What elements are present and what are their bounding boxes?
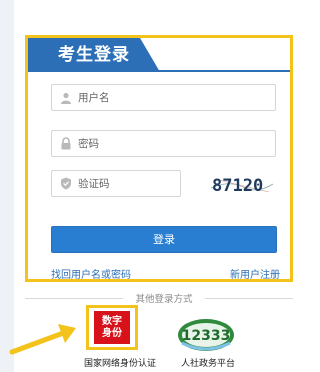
captcha-field[interactable]: 验证码 [51,170,181,197]
arrow-icon [9,324,76,355]
login-button[interactable]: 登录 [51,226,277,253]
other-login-label: 其他登录方式 [135,294,193,305]
password-field[interactable]: 密码 [51,130,276,157]
shield-icon [59,177,73,191]
digital-logo-line2: 身份 [102,327,122,339]
forgot-password-link[interactable]: 找回用户名或密码 [51,266,131,281]
username-placeholder: 用户名 [78,92,110,104]
divider-right [205,298,293,299]
hr-12333-logo[interactable]: 12333 [176,317,236,353]
login-title: 考生登录 [28,38,160,72]
register-link[interactable]: 新用户注册 [230,266,280,281]
captcha-placeholder: 验证码 [78,178,110,190]
national-id-caption[interactable]: 国家网络身份认证 [84,356,156,369]
lock-icon [59,137,73,151]
captcha-text: 87120 [212,176,263,196]
digital-logo-line1: 数字 [102,315,122,327]
left-panel-edge [0,0,14,372]
captcha-image[interactable]: 87120 [209,174,275,196]
username-field[interactable]: 用户名 [51,84,276,111]
hr-platform-caption[interactable]: 人社政务平台 [181,356,235,369]
user-icon [59,91,73,105]
password-placeholder: 密码 [78,138,99,150]
national-id-login-option[interactable]: 数字 身份 [86,305,138,350]
hr-logo-text: 12333 [182,328,231,344]
divider-left [25,298,123,299]
login-card: 考生登录 用户名 密码 验证码 87120 登录 找回用户名或密码 新用户注册 [25,35,293,282]
digital-identity-logo: 数字 身份 [94,311,130,344]
